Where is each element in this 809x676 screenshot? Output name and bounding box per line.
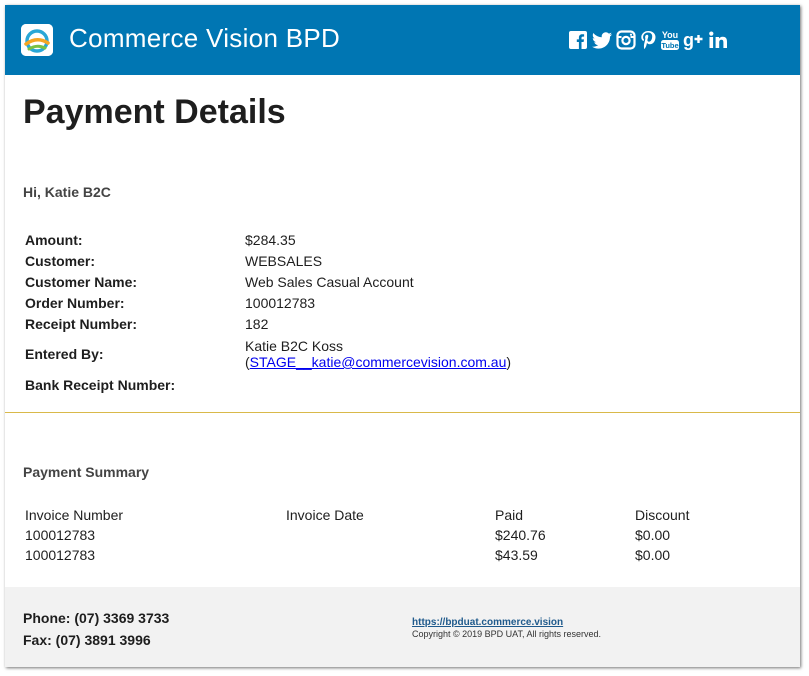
invoice-date-cell <box>284 545 493 565</box>
linkedin-icon[interactable] <box>708 30 730 50</box>
payment-details-table: Amount: $284.35 Customer: WEBSALES Custo… <box>23 229 511 395</box>
entered-by-email-line: (STAGE__katie@commercevision.com.au) <box>245 354 511 370</box>
amount-label: Amount: <box>25 231 83 248</box>
payment-summary-table: Invoice Number Invoice Date Paid Discoun… <box>23 505 775 565</box>
svg-text:g: g <box>683 30 694 50</box>
bank-receipt-label: Bank Receipt Number: <box>25 376 176 393</box>
detail-row-entered-by: Entered By: Katie B2C Koss (STAGE__katie… <box>23 334 511 374</box>
table-header-row: Invoice Number Invoice Date Paid Discoun… <box>23 505 775 525</box>
entered-by-name: Katie B2C Koss <box>245 338 344 354</box>
invoice-number-cell: 100012783 <box>25 527 96 543</box>
svg-text:You: You <box>662 30 678 40</box>
greeting-text: Hi, Katie B2C <box>23 184 111 200</box>
youtube-icon[interactable]: You Tube <box>660 29 680 51</box>
discount-cell: $0.00 <box>635 527 671 543</box>
column-header-invoice-number: Invoice Number <box>25 507 124 523</box>
email-header: Commerce Vision BPD You Tube g <box>5 5 800 75</box>
detail-row-receipt-number: Receipt Number: 182 <box>23 313 511 334</box>
customer-name-value: Web Sales Casual Account <box>245 273 414 290</box>
paid-cell: $43.59 <box>495 547 538 563</box>
invoice-date-cell <box>284 525 493 545</box>
brand-logo-icon <box>21 24 53 56</box>
customer-name-label: Customer Name: <box>25 273 138 290</box>
invoice-number-cell: 100012783 <box>25 547 96 563</box>
receipt-number-label: Receipt Number: <box>25 315 138 332</box>
detail-row-amount: Amount: $284.35 <box>23 229 511 250</box>
detail-row-bank-receipt: Bank Receipt Number: <box>23 374 511 395</box>
order-number-label: Order Number: <box>25 294 125 311</box>
column-header-paid: Paid <box>495 507 524 523</box>
facebook-icon[interactable] <box>568 30 588 50</box>
page-title: Payment Details <box>23 93 286 131</box>
column-header-discount: Discount <box>635 507 690 523</box>
paren-close: ) <box>506 354 512 370</box>
payment-summary-title: Payment Summary <box>23 464 150 480</box>
discount-cell: $0.00 <box>635 547 671 563</box>
footer-site-link[interactable]: https://bpduat.commerce.vision <box>412 617 563 628</box>
table-row: 100012783 $240.76 $0.00 <box>23 525 775 545</box>
footer-phone: Phone: (07) 3369 3733 <box>23 610 170 626</box>
instagram-icon[interactable] <box>616 30 636 50</box>
column-header-invoice-date: Invoice Date <box>286 507 364 523</box>
detail-row-customer-name: Customer Name: Web Sales Casual Account <box>23 271 511 292</box>
entered-by-email-link[interactable]: STAGE__katie@commercevision.com.au <box>250 354 507 370</box>
brand-name: Commerce Vision BPD <box>69 23 341 53</box>
google-plus-icon[interactable]: g <box>683 30 705 50</box>
customer-value: WEBSALES <box>245 252 323 269</box>
footer-copyright: Copyright © 2019 BPD UAT, All rights res… <box>412 629 602 639</box>
bank-receipt-value <box>245 374 511 395</box>
section-divider <box>5 412 800 413</box>
amount-value: $284.35 <box>245 231 296 248</box>
email-footer: Phone: (07) 3369 3733 Fax: (07) 3891 399… <box>5 587 800 667</box>
social-links: You Tube g <box>568 29 730 51</box>
email-frame: Commerce Vision BPD You Tube g Payment D… <box>5 5 800 667</box>
paid-cell: $240.76 <box>495 527 546 543</box>
table-row: 100012783 $43.59 $0.00 <box>23 545 775 565</box>
entered-by-value: Katie B2C Koss (STAGE__katie@commercevis… <box>245 334 511 374</box>
footer-fax: Fax: (07) 3891 3996 <box>23 632 151 648</box>
entered-by-label: Entered By: <box>25 346 104 362</box>
svg-text:Tube: Tube <box>661 41 678 50</box>
twitter-icon[interactable] <box>591 30 613 50</box>
order-number-value: 100012783 <box>245 294 316 311</box>
customer-label: Customer: <box>25 252 96 269</box>
detail-row-order-number: Order Number: 100012783 <box>23 292 511 313</box>
detail-row-customer: Customer: WEBSALES <box>23 250 511 271</box>
pinterest-icon[interactable] <box>639 30 657 50</box>
receipt-number-value: 182 <box>245 315 269 332</box>
